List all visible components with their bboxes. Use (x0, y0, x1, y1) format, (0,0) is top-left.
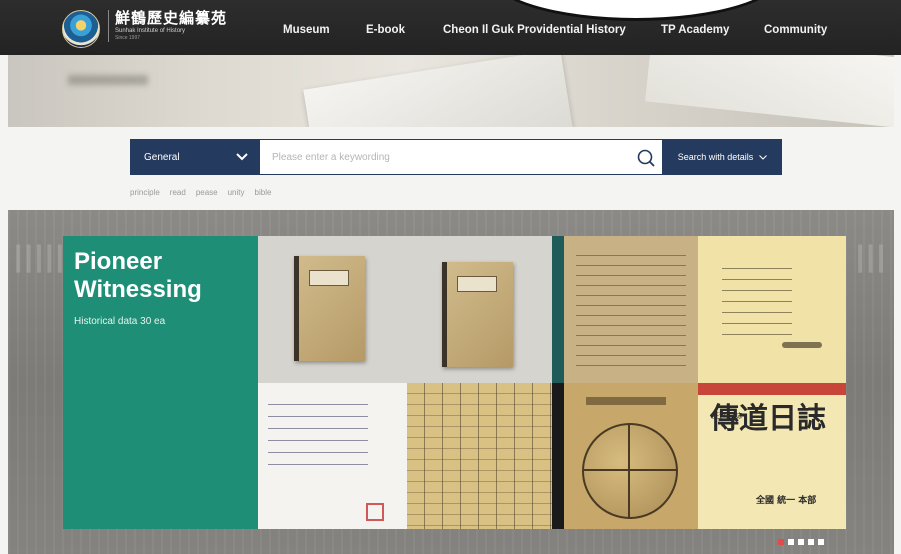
search-input[interactable] (270, 141, 634, 173)
feature-title-line2: Witnessing (74, 276, 202, 303)
popular-keywords: principle read pease unity bible (130, 188, 271, 197)
search-details-label: Search with details (677, 152, 754, 162)
archive-tile-ledger[interactable] (407, 383, 552, 529)
stamp-icon (366, 503, 384, 521)
logo-emblem-icon (62, 10, 100, 48)
banner-paper (645, 55, 894, 127)
search-details-button[interactable]: Search with details (663, 139, 782, 175)
top-header: 鮮鶴歷史編纂苑 Sunhak Institute of History Sinc… (0, 0, 901, 55)
cover-publisher: 全國 統一 本部 (756, 496, 817, 506)
book-label (309, 270, 349, 286)
carousel-dot[interactable] (788, 539, 794, 545)
search-category-select[interactable]: General (130, 139, 260, 175)
handwriting-image (268, 393, 368, 473)
search-bar: General Search with details (130, 139, 782, 175)
banner-shadow (68, 75, 148, 85)
banner-paper (303, 55, 573, 127)
keyword-link[interactable]: unity (228, 188, 245, 197)
nav-providential-history[interactable]: Cheon Il Guk Providential History (443, 24, 626, 36)
feature-title: Pioneer Witnessing (74, 248, 202, 304)
nav-ebook[interactable]: E-book (366, 24, 405, 36)
keyword-link[interactable]: bible (255, 188, 272, 197)
search-input-wrapper (260, 139, 663, 175)
archive-tile-document[interactable] (552, 236, 698, 383)
carousel-dot[interactable] (818, 539, 824, 545)
logo-since: Since 1997 (115, 35, 141, 41)
feature-title-line1: Pioneer (74, 248, 163, 275)
logo-subtitle: Sunhak Institute of History (115, 28, 186, 34)
nav-tp-academy[interactable]: TP Academy (661, 24, 729, 36)
cover-label: 証道 日誌 (712, 413, 742, 420)
globe-icon (582, 423, 678, 519)
site-logo[interactable]: 鮮鶴歷史編纂苑 Sunhak Institute of History Sinc… (62, 10, 227, 48)
nav-community[interactable]: Community (764, 24, 827, 36)
search-icon[interactable] (636, 148, 656, 168)
background-decoration: ||||| (14, 240, 66, 273)
search-category-label: General (144, 151, 180, 163)
book-image (442, 262, 513, 367)
keyword-link[interactable]: principle (130, 188, 160, 197)
hero-banner (8, 55, 894, 127)
letter-text-image (722, 258, 792, 338)
logo-title: 鮮鶴歷史編纂苑 (115, 10, 228, 27)
document-text-image (576, 246, 686, 371)
cover-heading-image (586, 397, 666, 405)
background-decoration: ||| (856, 240, 888, 273)
archive-tile-letter[interactable] (698, 236, 846, 383)
keyword-link[interactable]: pease (196, 188, 218, 197)
cover-red-band (698, 383, 846, 395)
keyword-link[interactable]: read (170, 188, 186, 197)
carousel-dot[interactable] (778, 539, 784, 545)
book-label (457, 276, 497, 292)
carousel-pagination (778, 539, 824, 545)
feature-subtitle: Historical data 30 ea (74, 316, 166, 327)
archive-tile-globe-cover[interactable] (552, 383, 698, 529)
header-overlay-shape (488, 0, 784, 21)
chevron-down-icon (236, 153, 248, 161)
chevron-down-icon (759, 154, 768, 160)
feature-card-pioneer-witnessing[interactable]: Pioneer Witnessing Historical data 30 ea (63, 236, 258, 529)
nav-museum[interactable]: Museum (283, 24, 330, 36)
archive-tile-handwritten[interactable] (258, 383, 407, 529)
archive-tile-books[interactable] (258, 236, 552, 383)
logo-text: 鮮鶴歷史編纂苑 Sunhak Institute of History Sinc… (108, 10, 227, 42)
book-image (294, 256, 365, 361)
carousel-dot[interactable] (798, 539, 804, 545)
carousel-dot[interactable] (808, 539, 814, 545)
signature-image (782, 342, 822, 348)
archive-tile-mission-diary[interactable]: 傳道日誌 証道 日誌 全國 統一 本部 (698, 383, 846, 529)
